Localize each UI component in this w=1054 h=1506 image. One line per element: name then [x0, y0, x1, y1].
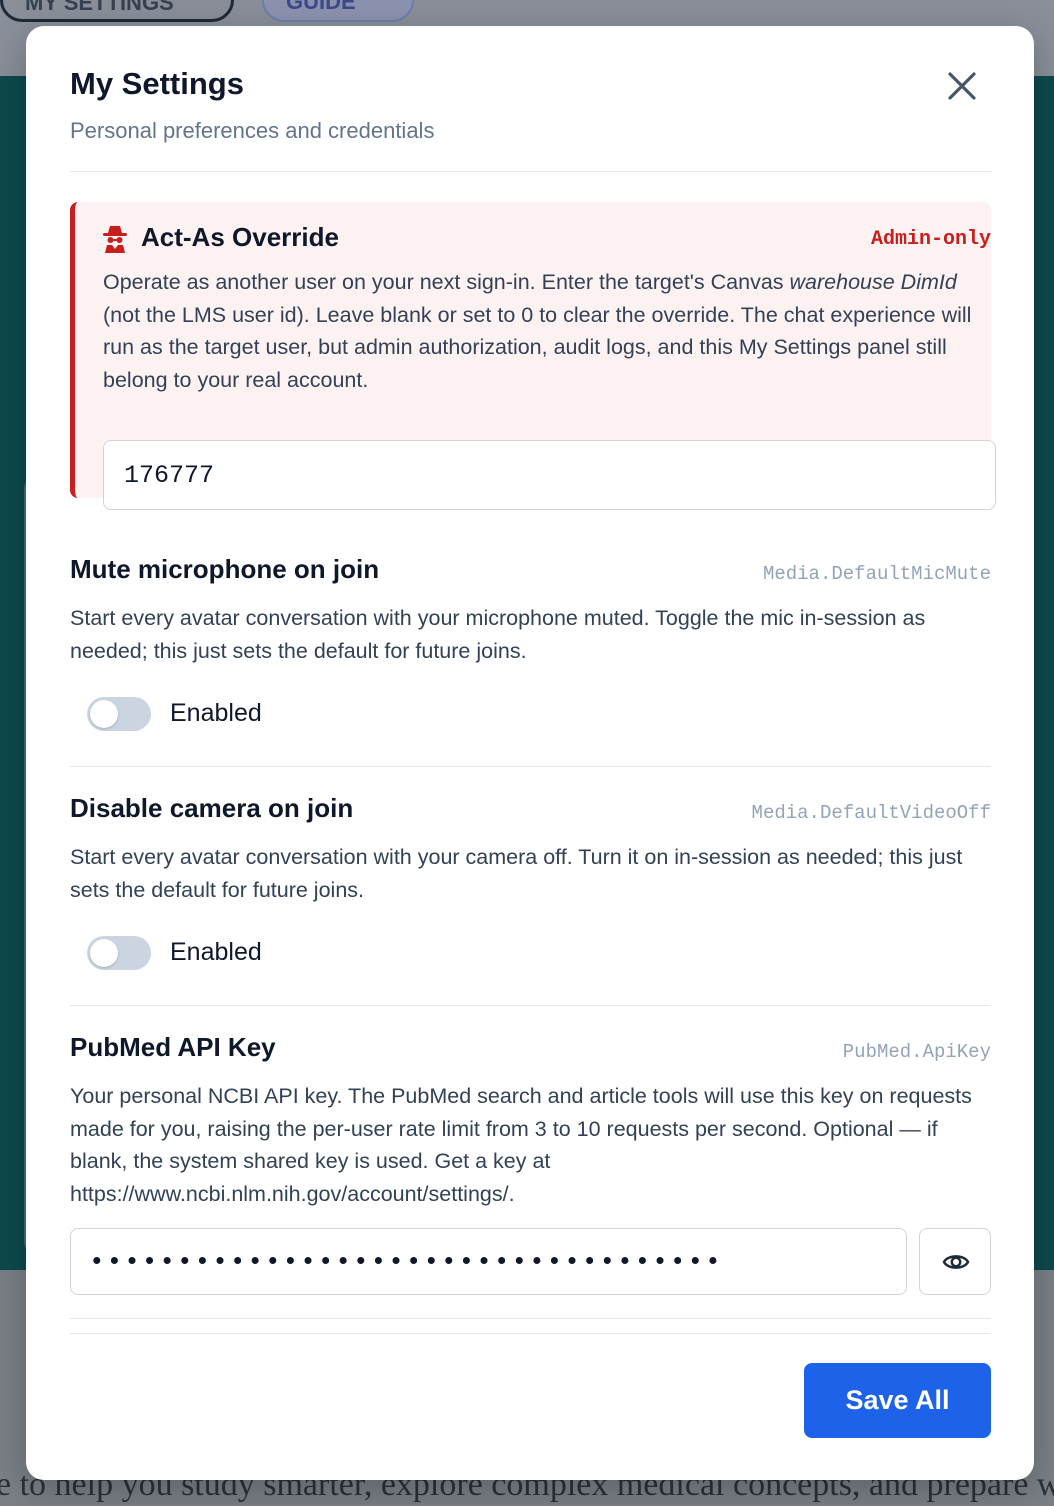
section-divider	[70, 1005, 991, 1006]
modal-subtitle: Personal preferences and credentials	[70, 118, 435, 143]
background-guide-button: GUIDE	[262, 0, 414, 22]
header-divider	[70, 171, 991, 172]
act-as-title: Act-As Override	[141, 222, 339, 252]
spy-icon	[101, 224, 129, 254]
act-as-description: Operate as another user on your next sig…	[103, 270, 972, 392]
reveal-key-button[interactable]	[919, 1228, 991, 1295]
eye-icon	[942, 1255, 970, 1269]
section-divider	[70, 1318, 991, 1319]
background-my-settings-button: MY SETTINGS	[0, 0, 234, 22]
save-all-button[interactable]: Save All	[804, 1363, 991, 1438]
mute-mic-description: Start every avatar conversation with you…	[70, 606, 926, 663]
close-icon[interactable]	[942, 66, 982, 106]
disable-camera-toggle-label: Enabled	[170, 938, 262, 966]
pubmed-description: Your personal NCBI API key. The PubMed s…	[70, 1084, 972, 1206]
pubmed-key: PubMed.ApiKey	[842, 1041, 991, 1063]
disable-camera-key: Media.DefaultVideoOff	[751, 802, 991, 824]
mute-mic-toggle-label: Enabled	[170, 699, 262, 727]
settings-modal: My Settings Personal preferences and cre…	[26, 26, 1034, 1480]
pubmed-api-key-input[interactable]	[70, 1228, 907, 1295]
modal-title: My Settings	[70, 66, 244, 101]
act-as-override-panel: Act-As Override Admin-only Operate as an…	[70, 202, 996, 510]
footer-divider	[70, 1333, 991, 1334]
admin-only-badge: Admin-only	[870, 228, 991, 251]
disable-camera-title: Disable camera on join	[70, 793, 354, 823]
mute-mic-key: Media.DefaultMicMute	[762, 563, 991, 585]
pubmed-title: PubMed API Key	[70, 1032, 276, 1062]
mute-mic-toggle[interactable]	[87, 697, 151, 731]
section-divider	[70, 766, 991, 767]
disable-camera-description: Start every avatar conversation with you…	[70, 845, 963, 902]
act-as-user-id-input[interactable]	[103, 440, 996, 510]
mute-mic-title: Mute microphone on join	[70, 554, 380, 584]
disable-camera-toggle[interactable]	[87, 936, 151, 970]
